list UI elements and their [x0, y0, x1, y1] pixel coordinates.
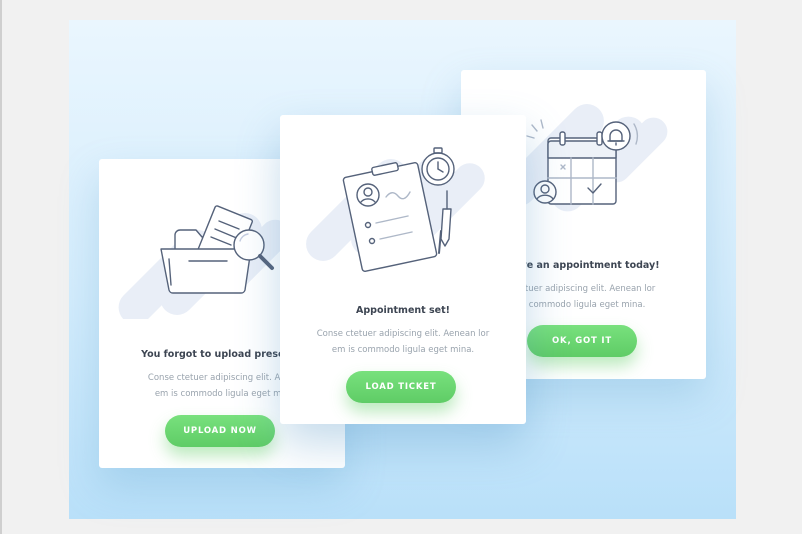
window-edge	[0, 0, 2, 534]
description-line: em is commodo ligula eget mina.	[331, 345, 475, 355]
upload-now-button[interactable]: UPLOAD NOW	[165, 415, 275, 447]
appointment-set-card: Appointment set! Conse ctetuer adipiscin…	[280, 115, 526, 424]
load-ticket-button[interactable]: LOAD TICKET	[346, 371, 456, 403]
clipboard-stopwatch-pen-icon	[306, 147, 485, 272]
card-title: Appointment set!	[356, 305, 450, 316]
description-line: Conse ctetuer adipiscing elit. Aenean lo…	[316, 329, 490, 339]
ok-got-it-button[interactable]: OK, GOT IT	[527, 325, 637, 357]
card-description: Conse ctetuer adipiscing elit. Aenean lo…	[280, 326, 526, 358]
